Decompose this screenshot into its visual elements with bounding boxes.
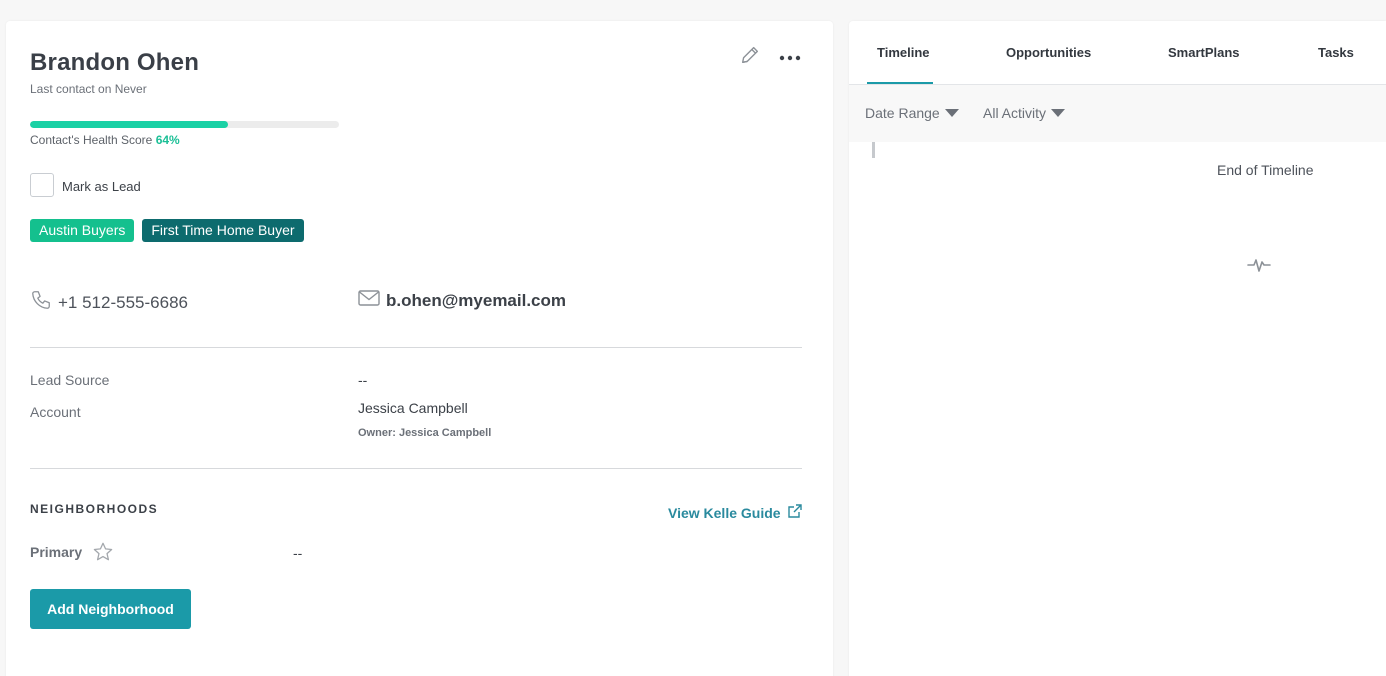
mark-as-lead-checkbox[interactable] (30, 173, 54, 197)
primary-neighborhood-value: -- (293, 545, 303, 561)
email-address[interactable]: b.ohen@myemail.com (358, 290, 566, 311)
tag-first-time-home-buyer[interactable]: First Time Home Buyer (142, 219, 304, 242)
pencil-icon (739, 44, 761, 71)
health-score-text: Contact's Health Score (30, 133, 153, 147)
health-score-bar (30, 121, 339, 128)
last-contact-text: Last contact on Never (30, 82, 147, 96)
edit-contact-button[interactable] (736, 43, 764, 71)
account-owner: Owner: Jessica Campbell (358, 427, 492, 439)
star-icon[interactable] (92, 541, 114, 568)
tab-tasks[interactable]: Tasks (1318, 45, 1354, 60)
view-guide-link[interactable]: View Kelle Guide (668, 503, 803, 522)
primary-neighborhood-label: Primary (30, 544, 83, 560)
lead-source-label: Lead Source (30, 372, 110, 388)
tab-bar: Timeline Opportunities SmartPlans Tasks (849, 21, 1386, 85)
more-options-button[interactable] (776, 43, 804, 71)
phone-text: +1 512-555-6686 (58, 292, 188, 312)
active-tab-indicator (867, 82, 933, 84)
contact-name: Brandon Ohen (30, 49, 200, 76)
activity-pulse-icon (1247, 256, 1271, 279)
tag-austin-buyers[interactable]: Austin Buyers (30, 219, 135, 242)
date-range-label: Date Range (865, 105, 940, 121)
health-score-percent: 64% (155, 133, 180, 147)
external-link-icon (787, 503, 803, 522)
timeline-filters: Date Range All Activity (849, 85, 1386, 142)
mark-as-lead-label: Mark as Lead (62, 179, 141, 194)
health-score-fill (30, 121, 228, 128)
tab-smartplans[interactable]: SmartPlans (1168, 45, 1240, 60)
tab-timeline[interactable]: Timeline (877, 45, 930, 60)
contact-card: Brandon Ohen Last contact on Never Conta… (6, 21, 833, 676)
caret-down-icon (944, 105, 960, 121)
all-activity-label: All Activity (983, 105, 1047, 121)
envelope-icon (358, 290, 380, 311)
lead-source-value: -- (358, 372, 368, 388)
divider (30, 347, 802, 348)
divider (30, 468, 802, 469)
end-of-timeline-text: End of Timeline (1217, 162, 1314, 178)
date-range-dropdown[interactable]: Date Range (865, 105, 960, 121)
tab-opportunities[interactable]: Opportunities (1006, 45, 1091, 60)
account-value[interactable]: Jessica Campbell (358, 400, 468, 416)
phone-number[interactable]: +1 512-555-6686 (30, 289, 188, 316)
neighborhoods-title: NEIGHBORHOODS (30, 502, 159, 516)
view-guide-text: View Kelle Guide (668, 504, 781, 521)
account-label: Account (30, 404, 81, 420)
tag-list: Austin Buyers First Time Home Buyer (30, 219, 304, 242)
all-activity-dropdown[interactable]: All Activity (983, 105, 1066, 121)
caret-down-icon (1050, 105, 1066, 121)
add-neighborhood-button[interactable]: Add Neighborhood (30, 589, 191, 629)
phone-icon (30, 289, 52, 316)
email-text: b.ohen@myemail.com (386, 290, 567, 310)
timeline-card: Timeline Opportunities SmartPlans Tasks … (849, 21, 1386, 676)
health-score-label: Contact's Health Score 64% (30, 133, 180, 147)
more-dots-icon (779, 48, 801, 66)
timeline-line (872, 142, 875, 158)
